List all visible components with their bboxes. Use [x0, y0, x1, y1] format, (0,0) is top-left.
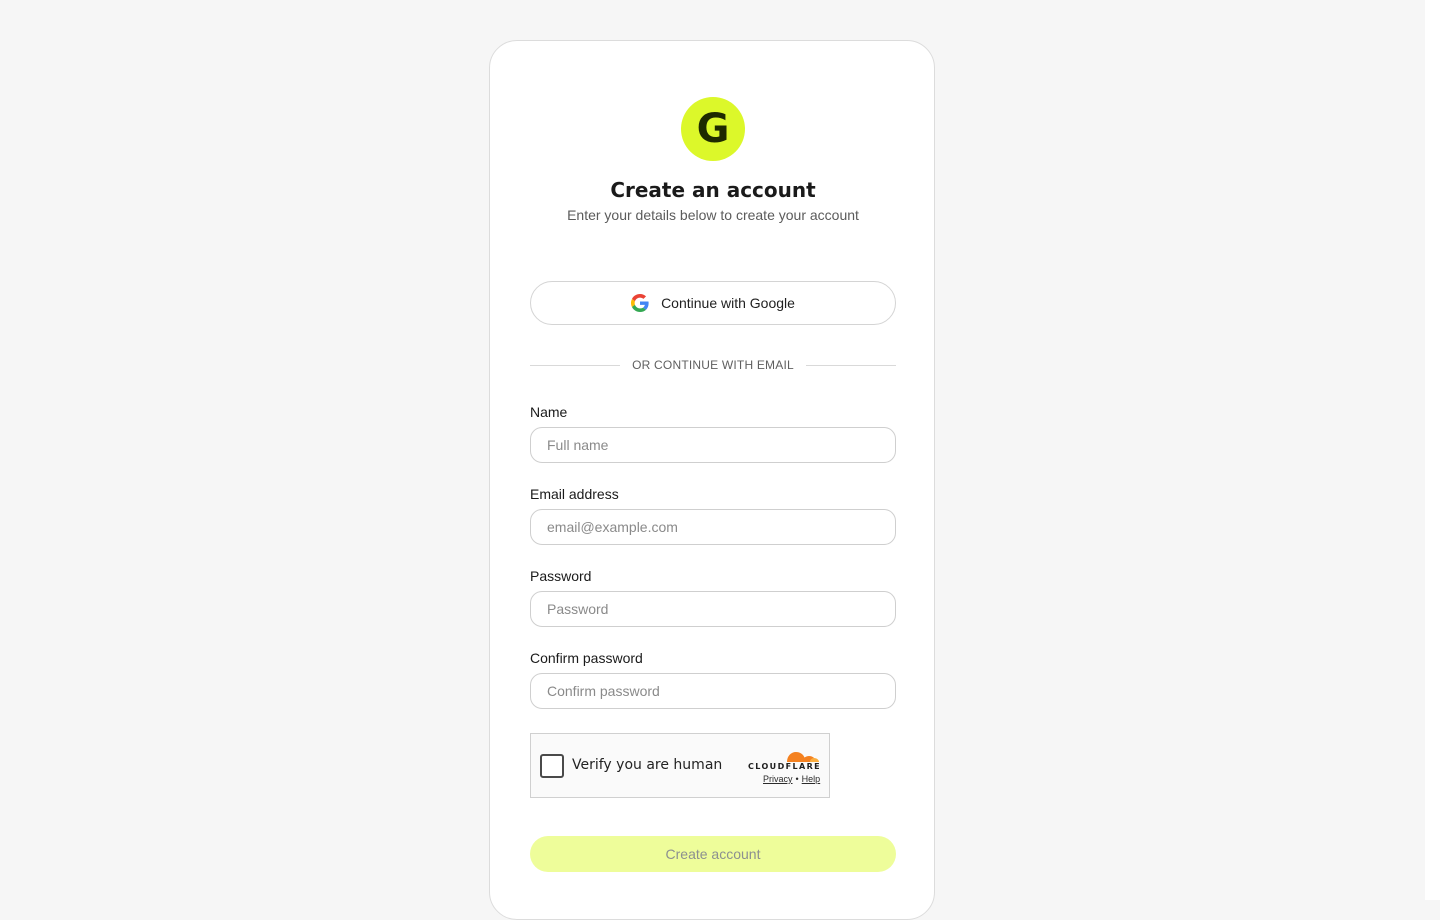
- name-label: Name: [530, 404, 568, 420]
- confirm-password-label: Confirm password: [530, 650, 643, 666]
- divider-line-right: [805, 364, 896, 366]
- password-input[interactable]: [530, 591, 896, 627]
- brand-logo: G: [681, 97, 745, 161]
- password-label: Password: [530, 568, 592, 584]
- continue-with-google-button[interactable]: Continue with Google: [530, 281, 896, 325]
- cloudflare-privacy-link[interactable]: Privacy: [763, 774, 793, 784]
- divider-text: OR CONTINUE WITH EMAIL: [632, 358, 794, 372]
- page-subtitle: Enter your details below to create your …: [567, 207, 859, 223]
- google-g-icon: [631, 294, 649, 312]
- cloudflare-links: Privacy • Help: [763, 774, 820, 784]
- cloudflare-turnstile-widget: Verify you are human CLOUDFLARE Privacy •…: [530, 733, 830, 798]
- continue-with-google-label: Continue with Google: [661, 295, 795, 311]
- confirm-password-input[interactable]: [530, 673, 896, 709]
- verify-human-label: Verify you are human: [572, 757, 723, 773]
- divider-line-left: [530, 364, 621, 366]
- name-input[interactable]: [530, 427, 896, 463]
- or-divider: OR CONTINUE WITH EMAIL: [530, 357, 896, 373]
- email-label: Email address: [530, 486, 619, 502]
- create-account-button[interactable]: Create account: [530, 836, 896, 872]
- signup-card: G Create an account Enter your details b…: [489, 40, 935, 920]
- cloudflare-links-separator: •: [795, 774, 799, 784]
- verify-human-checkbox[interactable]: [540, 754, 564, 778]
- page-scrollbar[interactable]: [1425, 0, 1440, 900]
- email-input[interactable]: [530, 509, 896, 545]
- cloudflare-wordmark: CLOUDFLARE: [748, 762, 821, 771]
- page-title: Create an account: [610, 178, 816, 202]
- cloudflare-help-link[interactable]: Help: [802, 774, 821, 784]
- brand-logo-letter: G: [696, 106, 730, 152]
